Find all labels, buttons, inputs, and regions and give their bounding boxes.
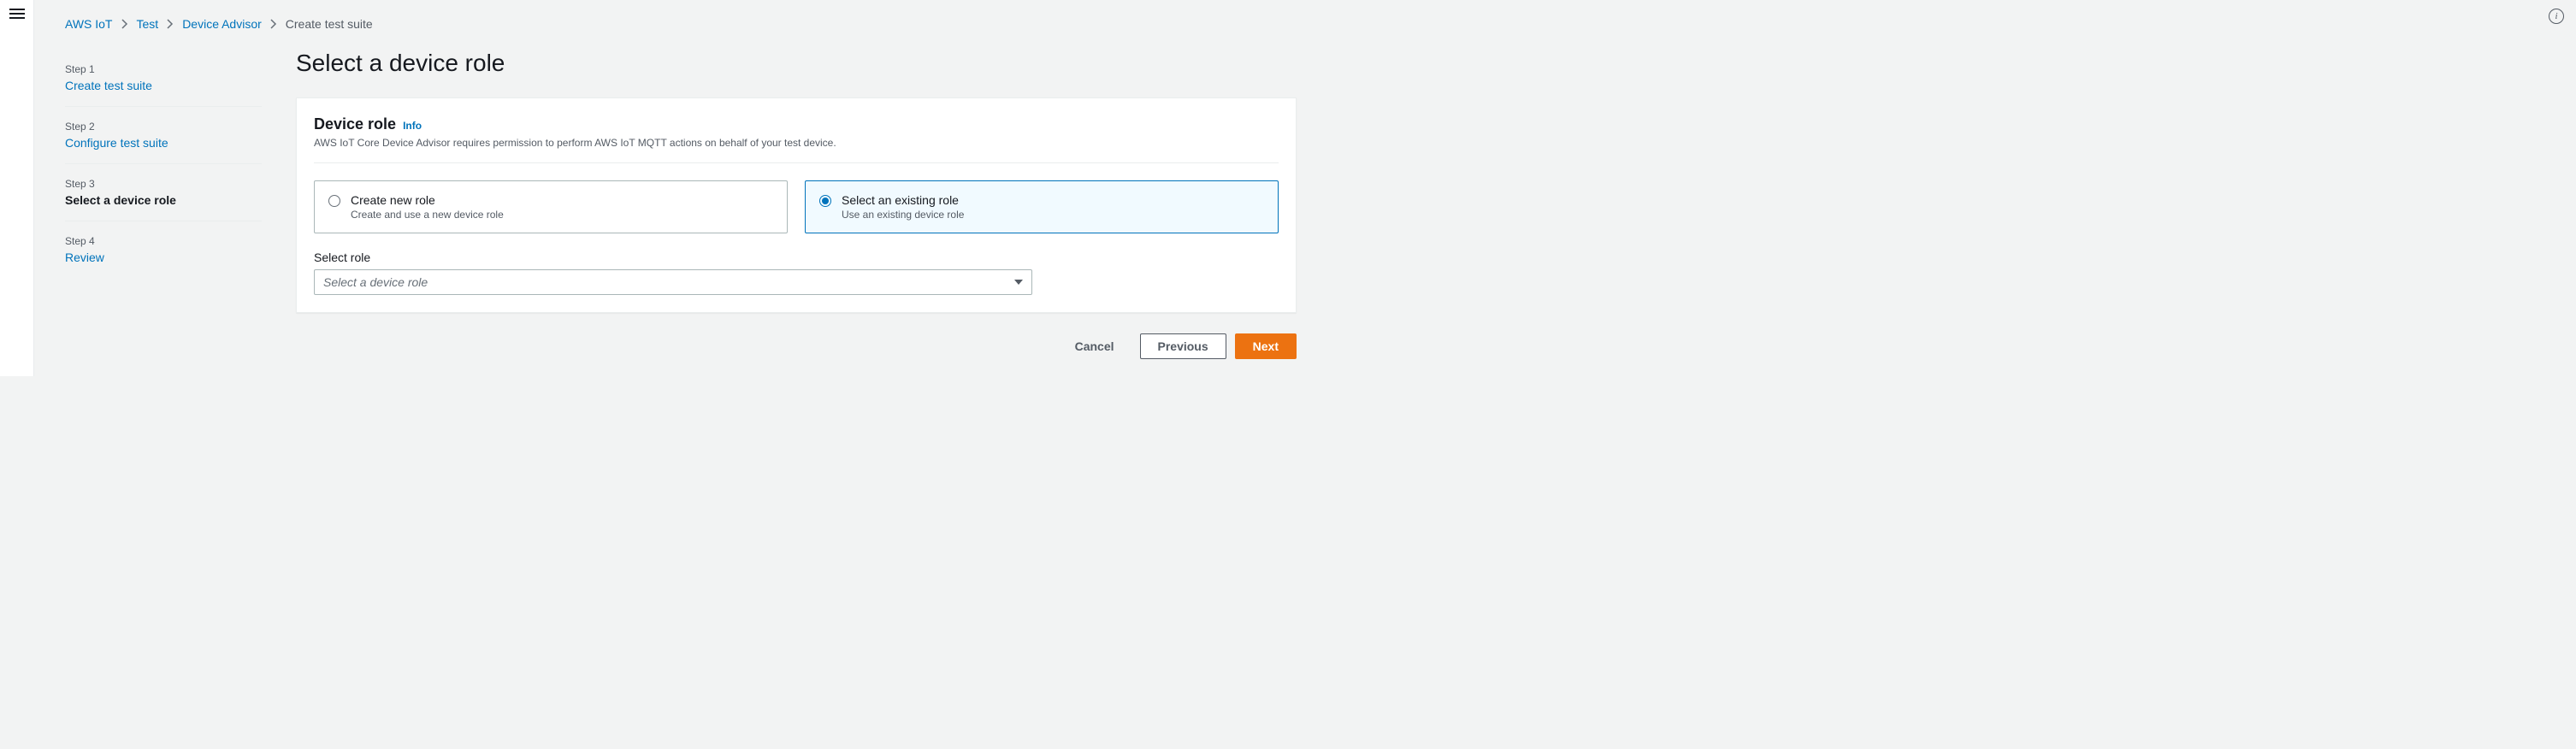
hamburger-menu-icon[interactable] (9, 9, 25, 19)
chevron-right-icon (270, 19, 277, 29)
step-link-create-test-suite[interactable]: Create test suite (65, 79, 152, 92)
form-area: Select a device role Device role Info AW… (296, 50, 1297, 359)
panel-title: Device role (314, 115, 396, 133)
radio-title: Create new role (351, 193, 504, 207)
previous-button[interactable]: Previous (1140, 333, 1226, 359)
radio-description: Use an existing device role (842, 209, 964, 221)
select-role-dropdown[interactable]: Select a device role (314, 269, 1032, 295)
breadcrumb-device-advisor[interactable]: Device Advisor (182, 17, 262, 31)
step-current-label: Select a device role (65, 193, 262, 207)
breadcrumb-aws-iot[interactable]: AWS IoT (65, 17, 113, 31)
radio-create-new-role[interactable]: Create new role Create and use a new dev… (314, 180, 788, 233)
breadcrumb-test[interactable]: Test (137, 17, 159, 31)
chevron-right-icon (121, 19, 128, 29)
cancel-button[interactable]: Cancel (1058, 334, 1131, 358)
radio-description: Create and use a new device role (351, 209, 504, 221)
wizard-step-2: Step 2 Configure test suite (65, 107, 262, 164)
breadcrumb-current: Create test suite (286, 17, 373, 31)
next-button[interactable]: Next (1235, 333, 1297, 359)
step-number: Step 3 (65, 178, 262, 190)
left-menu-bar (0, 0, 34, 376)
radio-icon (328, 195, 340, 207)
wizard-step-4: Step 4 Review (65, 221, 262, 278)
info-link[interactable]: Info (403, 120, 422, 132)
breadcrumb: AWS IoT Test Device Advisor Create test … (65, 17, 1315, 31)
help-info-icon[interactable]: i (2549, 9, 2564, 24)
step-number: Step 4 (65, 235, 262, 247)
select-role-label: Select role (314, 251, 1279, 264)
chevron-down-icon (1014, 280, 1023, 285)
select-placeholder: Select a device role (323, 275, 428, 289)
wizard-step-1: Step 1 Create test suite (65, 50, 262, 107)
wizard-steps: Step 1 Create test suite Step 2 Configur… (65, 50, 262, 278)
radio-title: Select an existing role (842, 193, 964, 207)
radio-select-existing-role[interactable]: Select an existing role Use an existing … (805, 180, 1279, 233)
step-link-configure-test-suite[interactable]: Configure test suite (65, 136, 168, 150)
step-link-review[interactable]: Review (65, 251, 104, 264)
step-number: Step 1 (65, 63, 262, 75)
page-title: Select a device role (296, 50, 1297, 77)
panel-header: Device role Info AWS IoT Core Device Adv… (314, 115, 1279, 163)
radio-icon (819, 195, 831, 207)
chevron-right-icon (167, 19, 174, 29)
step-number: Step 2 (65, 121, 262, 133)
wizard-actions: Cancel Previous Next (296, 333, 1297, 359)
radio-group: Create new role Create and use a new dev… (314, 180, 1279, 233)
panel-subtitle: AWS IoT Core Device Advisor requires per… (314, 137, 1279, 149)
main-area: i AWS IoT Test Device Advisor Create tes… (34, 0, 2576, 376)
wizard-step-3: Step 3 Select a device role (65, 164, 262, 221)
device-role-panel: Device role Info AWS IoT Core Device Adv… (296, 97, 1297, 313)
